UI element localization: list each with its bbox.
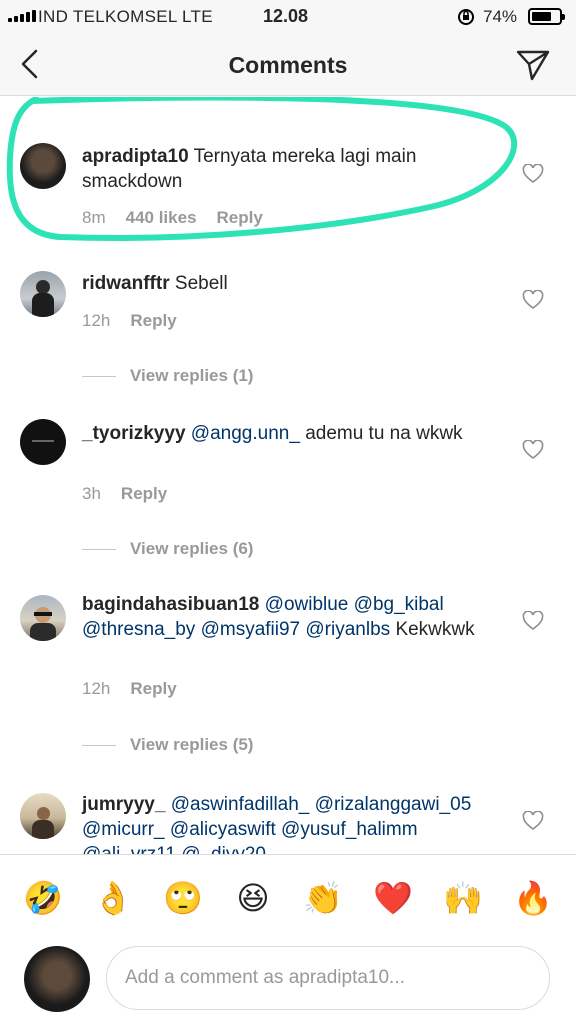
comment-time: 8m [82, 208, 106, 227]
comment-body: ademu tu na wkwk [305, 423, 463, 444]
like-heart-icon[interactable] [522, 811, 544, 831]
view-replies-button[interactable]: View replies (5) [82, 735, 253, 755]
comment-meta: 12h Reply [82, 311, 177, 331]
rotation-lock-icon [458, 9, 474, 25]
avatar[interactable] [20, 793, 66, 839]
divider [82, 548, 116, 550]
emoji-bar: 🤣 👌 🙄 😆 👏 ❤️ 🙌 🔥 [0, 854, 576, 940]
comment-item: bagindahasibuan18 @owiblue @bg_kibal @th… [0, 567, 576, 767]
view-replies-label: View replies (1) [130, 366, 254, 385]
comment-text: jumryyy_ @aswinfadillah_ @rizalanggawi_0… [82, 792, 502, 854]
comment-likes[interactable]: 440 likes [126, 208, 197, 228]
like-heart-icon[interactable] [522, 440, 544, 460]
carrier-label: IND TELKOMSEL LTE [38, 7, 213, 26]
emoji-fire-button[interactable]: 🔥 [510, 882, 556, 914]
avatar[interactable] [20, 419, 66, 465]
emoji-ok-hand-button[interactable]: 👌 [90, 882, 136, 914]
comment-username[interactable]: bagindahasibuan18 [82, 594, 259, 615]
divider [82, 744, 116, 746]
battery-level-fill [532, 12, 552, 21]
comment-time: 12h [82, 679, 111, 698]
comment-item: apradipta10 Ternyata mereka lagi main sm… [0, 97, 576, 247]
emoji-rolling-on-floor-laughing-button[interactable]: 🤣 [20, 882, 66, 914]
emoji-raising-hands-button[interactable]: 🙌 [440, 882, 486, 914]
comment-time: 12h [82, 311, 111, 330]
comment-username[interactable]: ridwanfftr [82, 273, 170, 294]
view-replies-button[interactable]: View replies (6) [82, 539, 253, 559]
view-replies-label: View replies (5) [130, 735, 254, 754]
comment-body: Sebell [174, 273, 228, 294]
comment-text: bagindahasibuan18 @owiblue @bg_kibal @th… [82, 592, 482, 642]
like-heart-icon[interactable] [522, 164, 544, 184]
comment-item: _tyorizkyyy @angg.unn_ ademu tu na wkwk … [0, 397, 576, 567]
comment-username[interactable]: _tyorizkyyy [82, 423, 186, 444]
comment-time: 3h [82, 484, 101, 503]
comment-text: ridwanfftr Sebell [82, 271, 502, 296]
comment-body: Kekwkwk [395, 619, 475, 640]
emoji-grinning-squint-button[interactable]: 😆 [230, 882, 276, 914]
reply-button[interactable]: Reply [121, 484, 167, 504]
avatar[interactable] [20, 595, 66, 641]
comment-meta: 12h Reply [82, 679, 177, 699]
comment-input[interactable] [106, 946, 550, 1010]
comment-item: jumryyy_ @aswinfadillah_ @rizalanggawi_0… [0, 767, 576, 854]
reply-button[interactable]: Reply [130, 311, 176, 331]
like-heart-icon[interactable] [522, 611, 544, 631]
header: Comments [0, 34, 576, 96]
avatar[interactable] [20, 143, 66, 189]
comment-mention[interactable]: @angg.unn_ [191, 423, 300, 444]
emoji-red-heart-button[interactable]: ❤️ [370, 882, 416, 914]
comment-composer [0, 940, 576, 1024]
my-avatar [24, 946, 90, 1012]
divider [82, 375, 116, 377]
signal-strength-icon [8, 10, 36, 22]
clock: 12.08 [263, 6, 309, 26]
like-heart-icon[interactable] [522, 290, 544, 310]
battery-percent: 74% [483, 7, 518, 26]
emoji-clapping-hands-button[interactable]: 👏 [300, 882, 346, 914]
comment-username[interactable]: apradipta10 [82, 146, 189, 167]
avatar[interactable] [20, 271, 66, 317]
status-bar: IND TELKOMSEL LTE 12.08 74% [0, 0, 576, 34]
view-replies-button[interactable]: View replies (1) [82, 366, 253, 386]
direct-send-icon[interactable] [515, 48, 551, 82]
emoji-eye-roll-button[interactable]: 🙄 [160, 882, 206, 914]
comment-username[interactable]: jumryyy_ [82, 794, 165, 815]
comment-meta: 3h Reply [82, 484, 167, 504]
view-replies-label: View replies (6) [130, 539, 254, 558]
battery-icon [528, 8, 565, 25]
reply-button[interactable]: Reply [217, 208, 263, 228]
comment-list[interactable]: apradipta10 Ternyata mereka lagi main sm… [0, 97, 576, 854]
reply-button[interactable]: Reply [130, 679, 176, 699]
comment-meta: 8m 440 likes Reply [82, 208, 263, 228]
comment-text: _tyorizkyyy @angg.unn_ ademu tu na wkwk [82, 421, 502, 446]
comment-item: ridwanfftr Sebell 12h Reply View replies… [0, 247, 576, 397]
comment-text: apradipta10 Ternyata mereka lagi main sm… [82, 144, 502, 194]
page-title: Comments [228, 52, 348, 78]
